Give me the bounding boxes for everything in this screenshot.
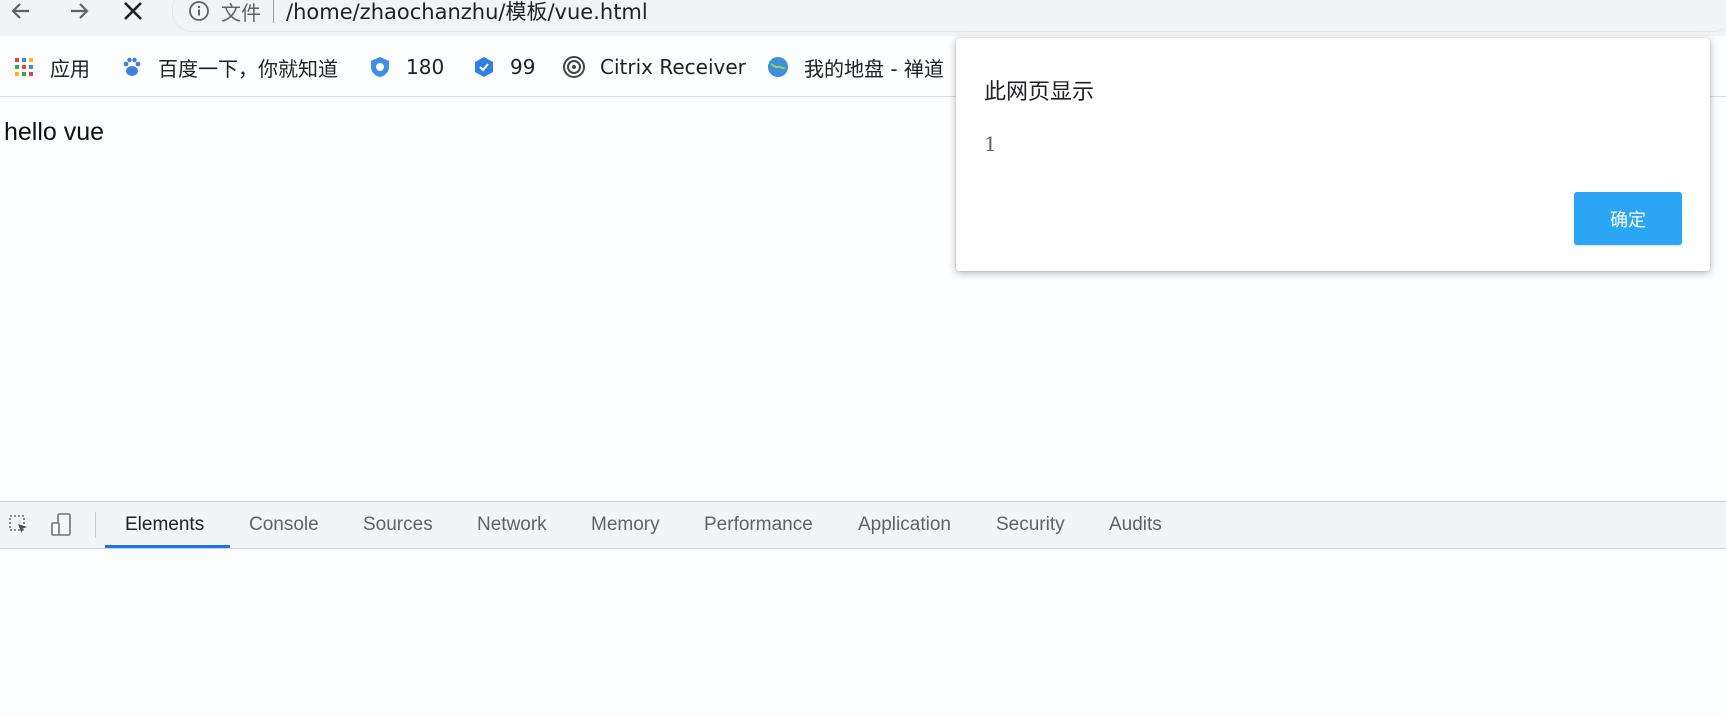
bookmark-180[interactable]: 180 [368, 52, 444, 82]
device-toolbar-icon[interactable] [48, 512, 74, 538]
citrix-icon [562, 55, 586, 79]
omnibox-divider [273, 0, 274, 23]
devtools-divider [95, 512, 96, 538]
bookmark-zentao[interactable]: 我的地盘 - 禅道 [766, 52, 944, 82]
apps-grid-icon [12, 55, 36, 79]
bookmark-99[interactable]: 99 [472, 52, 535, 82]
forward-arrow-icon[interactable] [62, 0, 96, 28]
dialog-title: 此网页显示 [984, 80, 1095, 105]
address-bar[interactable]: 文件 /home/zhaochanzhu/模板/vue.html [172, 0, 1726, 32]
devtools-tabbar: Elements Console Sources Network Memory … [0, 502, 1726, 549]
shield-180-icon [368, 55, 392, 79]
tab-elements[interactable]: Elements [123, 502, 206, 548]
tab-application[interactable]: Application [856, 502, 953, 548]
tab-network[interactable]: Network [475, 502, 549, 548]
baidu-paw-icon [120, 55, 144, 79]
info-icon[interactable] [187, 0, 211, 23]
bookmark-label: 我的地盘 - 禅道 [804, 56, 944, 81]
bookmark-label: 99 [510, 55, 536, 79]
tab-performance[interactable]: Performance [702, 502, 815, 548]
bookmark-apps[interactable]: 应用 [12, 52, 90, 82]
bookmark-label: 应用 [50, 56, 90, 81]
dialog-message: 1 [984, 132, 997, 156]
url-text[interactable]: /home/zhaochanzhu/模板/vue.html [286, 0, 648, 26]
ok-button[interactable]: 确定 [1574, 192, 1682, 245]
bookmark-label: Citrix Receiver [600, 55, 746, 79]
page-body-text: hello vue [4, 118, 105, 146]
tab-memory[interactable]: Memory [589, 502, 662, 548]
inspect-element-icon[interactable] [6, 512, 32, 538]
tab-console[interactable]: Console [247, 502, 321, 548]
browser-toolbar: 文件 /home/zhaochanzhu/模板/vue.html [0, 0, 1726, 36]
globe-icon [766, 55, 790, 79]
bookmark-baidu[interactable]: 百度一下，你就知道 [120, 52, 338, 82]
bookmark-citrix[interactable]: Citrix Receiver [562, 52, 746, 82]
tab-sources[interactable]: Sources [361, 502, 435, 548]
bookmark-label: 百度一下，你就知道 [158, 56, 338, 81]
alert-dialog: 此网页显示 1 确定 [956, 38, 1710, 271]
shield-99-icon [472, 55, 496, 79]
tab-security[interactable]: Security [994, 502, 1067, 548]
devtools-panel: Elements Console Sources Network Memory … [0, 501, 1726, 715]
stop-icon[interactable] [116, 0, 150, 28]
tab-audits[interactable]: Audits [1107, 502, 1164, 548]
back-arrow-icon[interactable] [4, 0, 38, 28]
active-tab-indicator [105, 545, 230, 548]
scheme-label: 文件 [221, 0, 261, 25]
bookmark-label: 180 [406, 55, 445, 79]
